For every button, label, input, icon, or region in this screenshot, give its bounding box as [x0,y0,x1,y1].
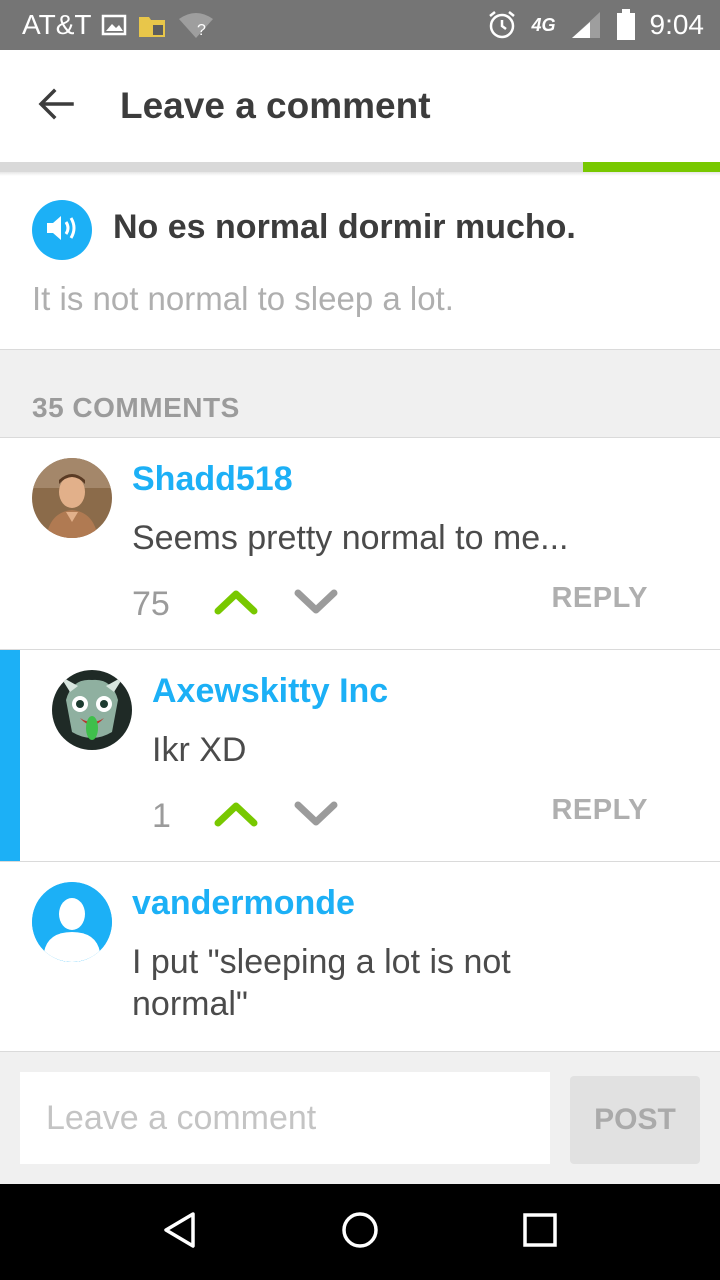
system-nav-bar [0,1184,720,1280]
reply-button[interactable]: REPLY [551,794,648,827]
comment-text: I put "sleeping a lot is not normal" [132,943,511,1023]
speaker-icon [45,213,79,248]
comments-count: 35 COMMENTS [32,392,240,423]
network-type-label: 4G [531,14,556,35]
downvote-button[interactable] [294,589,338,619]
comment-username[interactable]: Shadd518 [132,460,293,499]
comment-username[interactable]: Axewskitty Inc [152,672,388,711]
comment-item-nested: Axewskitty Inc Ikr XD 1 REPLY [0,650,720,862]
nav-back-button[interactable] [150,1202,210,1262]
downvote-button[interactable] [294,801,338,831]
square-recents-icon [520,1210,560,1255]
triangle-back-icon [160,1210,200,1255]
reply-button[interactable]: REPLY [551,582,648,615]
chevron-up-icon [214,589,258,620]
page-title: Leave a comment [120,85,431,126]
vote-count: 75 [132,585,170,623]
chevron-down-icon [294,801,338,832]
carrier-label: AT&T [22,9,92,40]
vote-count: 1 [152,797,171,835]
lesson-progress-bar [0,162,720,172]
back-button[interactable] [0,50,112,162]
comment-text: Seems pretty normal to me... [132,519,569,557]
chevron-down-icon [294,589,338,620]
circle-home-icon [340,1210,380,1255]
comment-item: Shadd518 Seems pretty normal to me... 75… [0,438,720,650]
avatar[interactable] [32,458,112,538]
comment-item: vandermonde I put "sleeping a lot is not… [0,862,720,1052]
nested-indicator [0,650,20,861]
svg-text:?: ? [197,22,206,39]
speaker-button[interactable] [32,200,92,260]
comments-header: 35 COMMENTS [0,350,720,438]
nav-recents-button[interactable] [510,1202,570,1262]
status-right: 4G 9:04 [487,9,704,41]
translation-text: It is not normal to sleep a lot. [32,280,454,317]
alarm-icon [487,10,517,40]
upvote-button[interactable] [214,589,258,619]
post-button[interactable]: POST [570,1076,700,1164]
app-header: Leave a comment [0,50,720,162]
wifi-unknown-icon: ? [177,11,215,39]
nav-home-button[interactable] [330,1202,390,1262]
comment-input[interactable] [20,1072,550,1164]
signal-icon [570,10,602,40]
sentence-card: No es normal dormir mucho. It is not nor… [0,176,720,350]
comment-composer: POST [0,1052,720,1184]
battery-icon [616,9,636,41]
chevron-up-icon [214,801,258,832]
clock-label: 9:04 [649,9,705,40]
status-left: AT&T ? [22,9,215,41]
avatar[interactable] [52,670,132,750]
progress-fill [583,162,720,172]
default-avatar-icon[interactable] [32,882,112,962]
status-bar: AT&T ? 4G 9:04 [0,0,720,50]
sentence-text: No es normal dormir mucho. [113,208,576,246]
comment-username[interactable]: vandermonde [132,884,355,923]
arrow-left-icon [38,88,74,125]
comment-text: Ikr XD [152,731,247,769]
upvote-button[interactable] [214,801,258,831]
image-icon [101,13,127,37]
sd-card-icon [137,11,167,39]
